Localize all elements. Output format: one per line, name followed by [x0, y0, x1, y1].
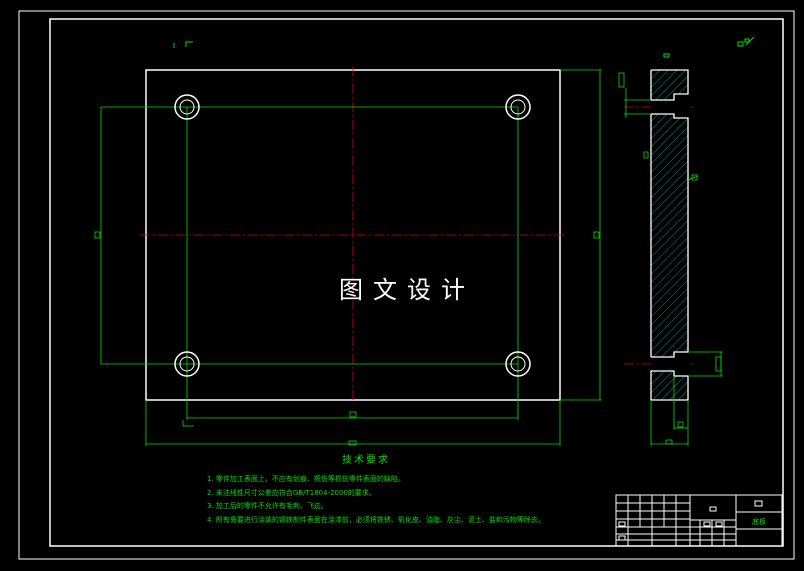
watermark-text: 图文设计 [339, 276, 475, 304]
title-block-material: 底板 [752, 518, 766, 526]
dimension-lines [94, 69, 602, 446]
centerlines [140, 66, 696, 404]
note-item: 4. 所有需要进行涂装的钢铁制件表面在涂漆前，必须将铁锈、氧化皮、油脂、灰尘、泥… [207, 515, 545, 524]
note-item: 2. 未注线性尺寸公差应符合GB/T1804-2000的要求。 [207, 488, 376, 497]
section-view [650, 69, 689, 401]
technical-requirements-notes: 1. 零件加工表面上，不应有划痕、擦伤等损伤零件表面的缺陷。 2. 未注线性尺寸… [207, 473, 545, 527]
corner-marks [173, 36, 755, 58]
mounting-holes [174, 94, 531, 377]
technical-requirements-title: 技术要求 [342, 455, 390, 466]
note-item: 1. 零件加工表面上，不应有划痕、擦伤等损伤零件表面的缺陷。 [207, 475, 405, 483]
note-item: 3. 加工后的零件不允许有毛刺、飞边。 [207, 502, 328, 510]
